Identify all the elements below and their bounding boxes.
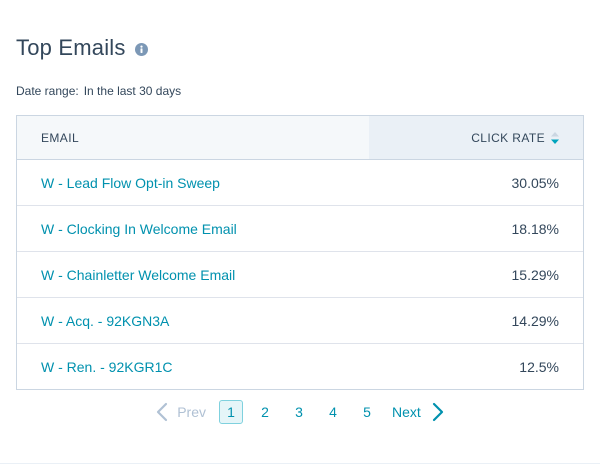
page-title: Top Emails <box>16 35 126 60</box>
email-link[interactable]: W - Acq. - 92KGN3A <box>17 313 369 329</box>
click-rate-value: 12.5% <box>519 358 559 375</box>
sort-descending-icon <box>551 131 559 144</box>
page-button-2[interactable]: 2 <box>253 400 277 424</box>
table-row: W - Chainletter Welcome Email 15.29% <box>17 251 583 297</box>
click-rate-value: 18.18% <box>511 220 559 237</box>
column-header-click-rate[interactable]: CLICK RATE <box>369 116 583 159</box>
page-button-5[interactable]: 5 <box>355 400 379 424</box>
date-range-label: Date range: <box>16 84 79 98</box>
table-body: W - Lead Flow Opt-in Sweep 30.05% W - Cl… <box>17 160 583 389</box>
table-row: W - Lead Flow Opt-in Sweep 30.05% <box>17 160 583 205</box>
page-button-4[interactable]: 4 <box>321 400 345 424</box>
page-button-3[interactable]: 3 <box>287 400 311 424</box>
email-link[interactable]: W - Clocking In Welcome Email <box>17 221 369 237</box>
table-header: EMAIL CLICK RATE <box>17 116 583 160</box>
click-rate-value: 14.29% <box>511 312 559 329</box>
prev-page-button: Prev <box>177 404 206 420</box>
table-row: W - Clocking In Welcome Email 18.18% <box>17 205 583 251</box>
top-emails-card: Top Emails Date range: In the last 30 da… <box>0 0 600 464</box>
top-emails-table: EMAIL CLICK RATE W - Lead Flow Opt-in Sw… <box>16 115 584 390</box>
email-link[interactable]: W - Lead Flow Opt-in Sweep <box>17 175 369 191</box>
email-link[interactable]: W - Chainletter Welcome Email <box>17 267 369 283</box>
next-page-button[interactable]: Next <box>392 404 421 420</box>
table-row: W - Ren. - 92KGR1C 12.5% <box>17 343 583 389</box>
chevron-left-icon <box>155 402 169 422</box>
page-button-1[interactable]: 1 <box>219 400 243 424</box>
date-range: Date range: In the last 30 days <box>16 84 181 98</box>
chevron-right-icon[interactable] <box>431 402 445 422</box>
info-icon[interactable] <box>134 43 148 56</box>
pagination: Prev 1 2 3 4 5 Next <box>0 398 600 426</box>
email-link[interactable]: W - Ren. - 92KGR1C <box>17 359 369 375</box>
column-header-click-rate-label: CLICK RATE <box>471 130 545 145</box>
card-header: Top Emails <box>16 32 148 64</box>
column-header-email[interactable]: EMAIL <box>17 116 369 159</box>
click-rate-value: 30.05% <box>511 174 559 191</box>
date-range-value: In the last 30 days <box>83 84 182 98</box>
click-rate-value: 15.29% <box>511 266 559 283</box>
table-row: W - Acq. - 92KGN3A 14.29% <box>17 297 583 343</box>
